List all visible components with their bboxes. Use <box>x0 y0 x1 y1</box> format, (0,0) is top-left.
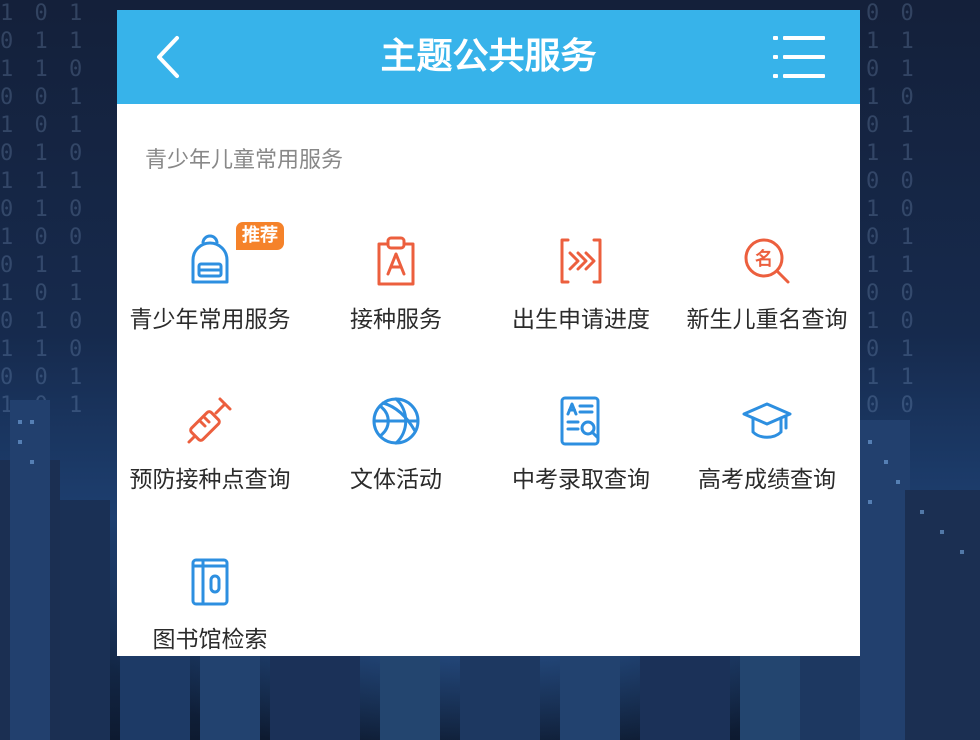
name-search-icon: 名 <box>744 238 790 284</box>
basketball-icon <box>372 397 420 445</box>
service-item-vaccination[interactable]: 接种服务 <box>303 234 489 364</box>
service-item-sports-culture[interactable]: 文体活动 <box>303 394 489 524</box>
service-item-library-search[interactable]: 图书馆检索 <box>117 554 303 656</box>
service-label: 文体活动 <box>350 467 442 493</box>
service-item-newborn-name-search[interactable]: 名 新生儿重名查询 <box>674 234 860 364</box>
service-label: 预防接种点查询 <box>129 467 291 493</box>
service-item-vaccination-site-search[interactable]: 预防接种点查询 <box>117 394 303 524</box>
vaccine-clipboard-icon <box>377 236 415 286</box>
svg-text:名: 名 <box>755 248 773 270</box>
service-label: 出生申请进度 <box>512 307 650 333</box>
service-label: 高考成绩查询 <box>698 467 836 493</box>
service-item-youth-services[interactable]: 推荐 青少年常用服务 <box>117 222 303 364</box>
service-grid: 推荐 青少年常用服务 接种服务 出生申请进度 名 新生儿重名查询 预防接种点查询… <box>117 10 860 656</box>
service-label: 接种服务 <box>350 307 442 333</box>
book-icon <box>191 558 229 606</box>
document-search-icon <box>560 396 600 446</box>
service-label: 图书馆检索 <box>152 627 268 653</box>
syringe-icon <box>187 397 232 444</box>
progress-arrows-icon <box>560 238 602 284</box>
service-panel: 主题公共服务 青少年儿童常用服务 推荐 青少年常用服务 接种服务 出生申请进度 … <box>117 10 860 656</box>
recommended-badge: 推荐 <box>236 222 284 250</box>
graduation-cap-icon <box>742 402 792 439</box>
service-item-gaokao-score-search[interactable]: 高考成绩查询 <box>674 394 860 524</box>
service-label: 青少年常用服务 <box>129 307 291 333</box>
service-item-birth-application-progress[interactable]: 出生申请进度 <box>488 234 674 364</box>
backpack-icon <box>191 234 229 284</box>
service-label: 中考录取查询 <box>512 467 650 493</box>
service-item-high-school-admission-search[interactable]: 中考录取查询 <box>488 394 674 524</box>
service-label: 新生儿重名查询 <box>686 307 848 333</box>
